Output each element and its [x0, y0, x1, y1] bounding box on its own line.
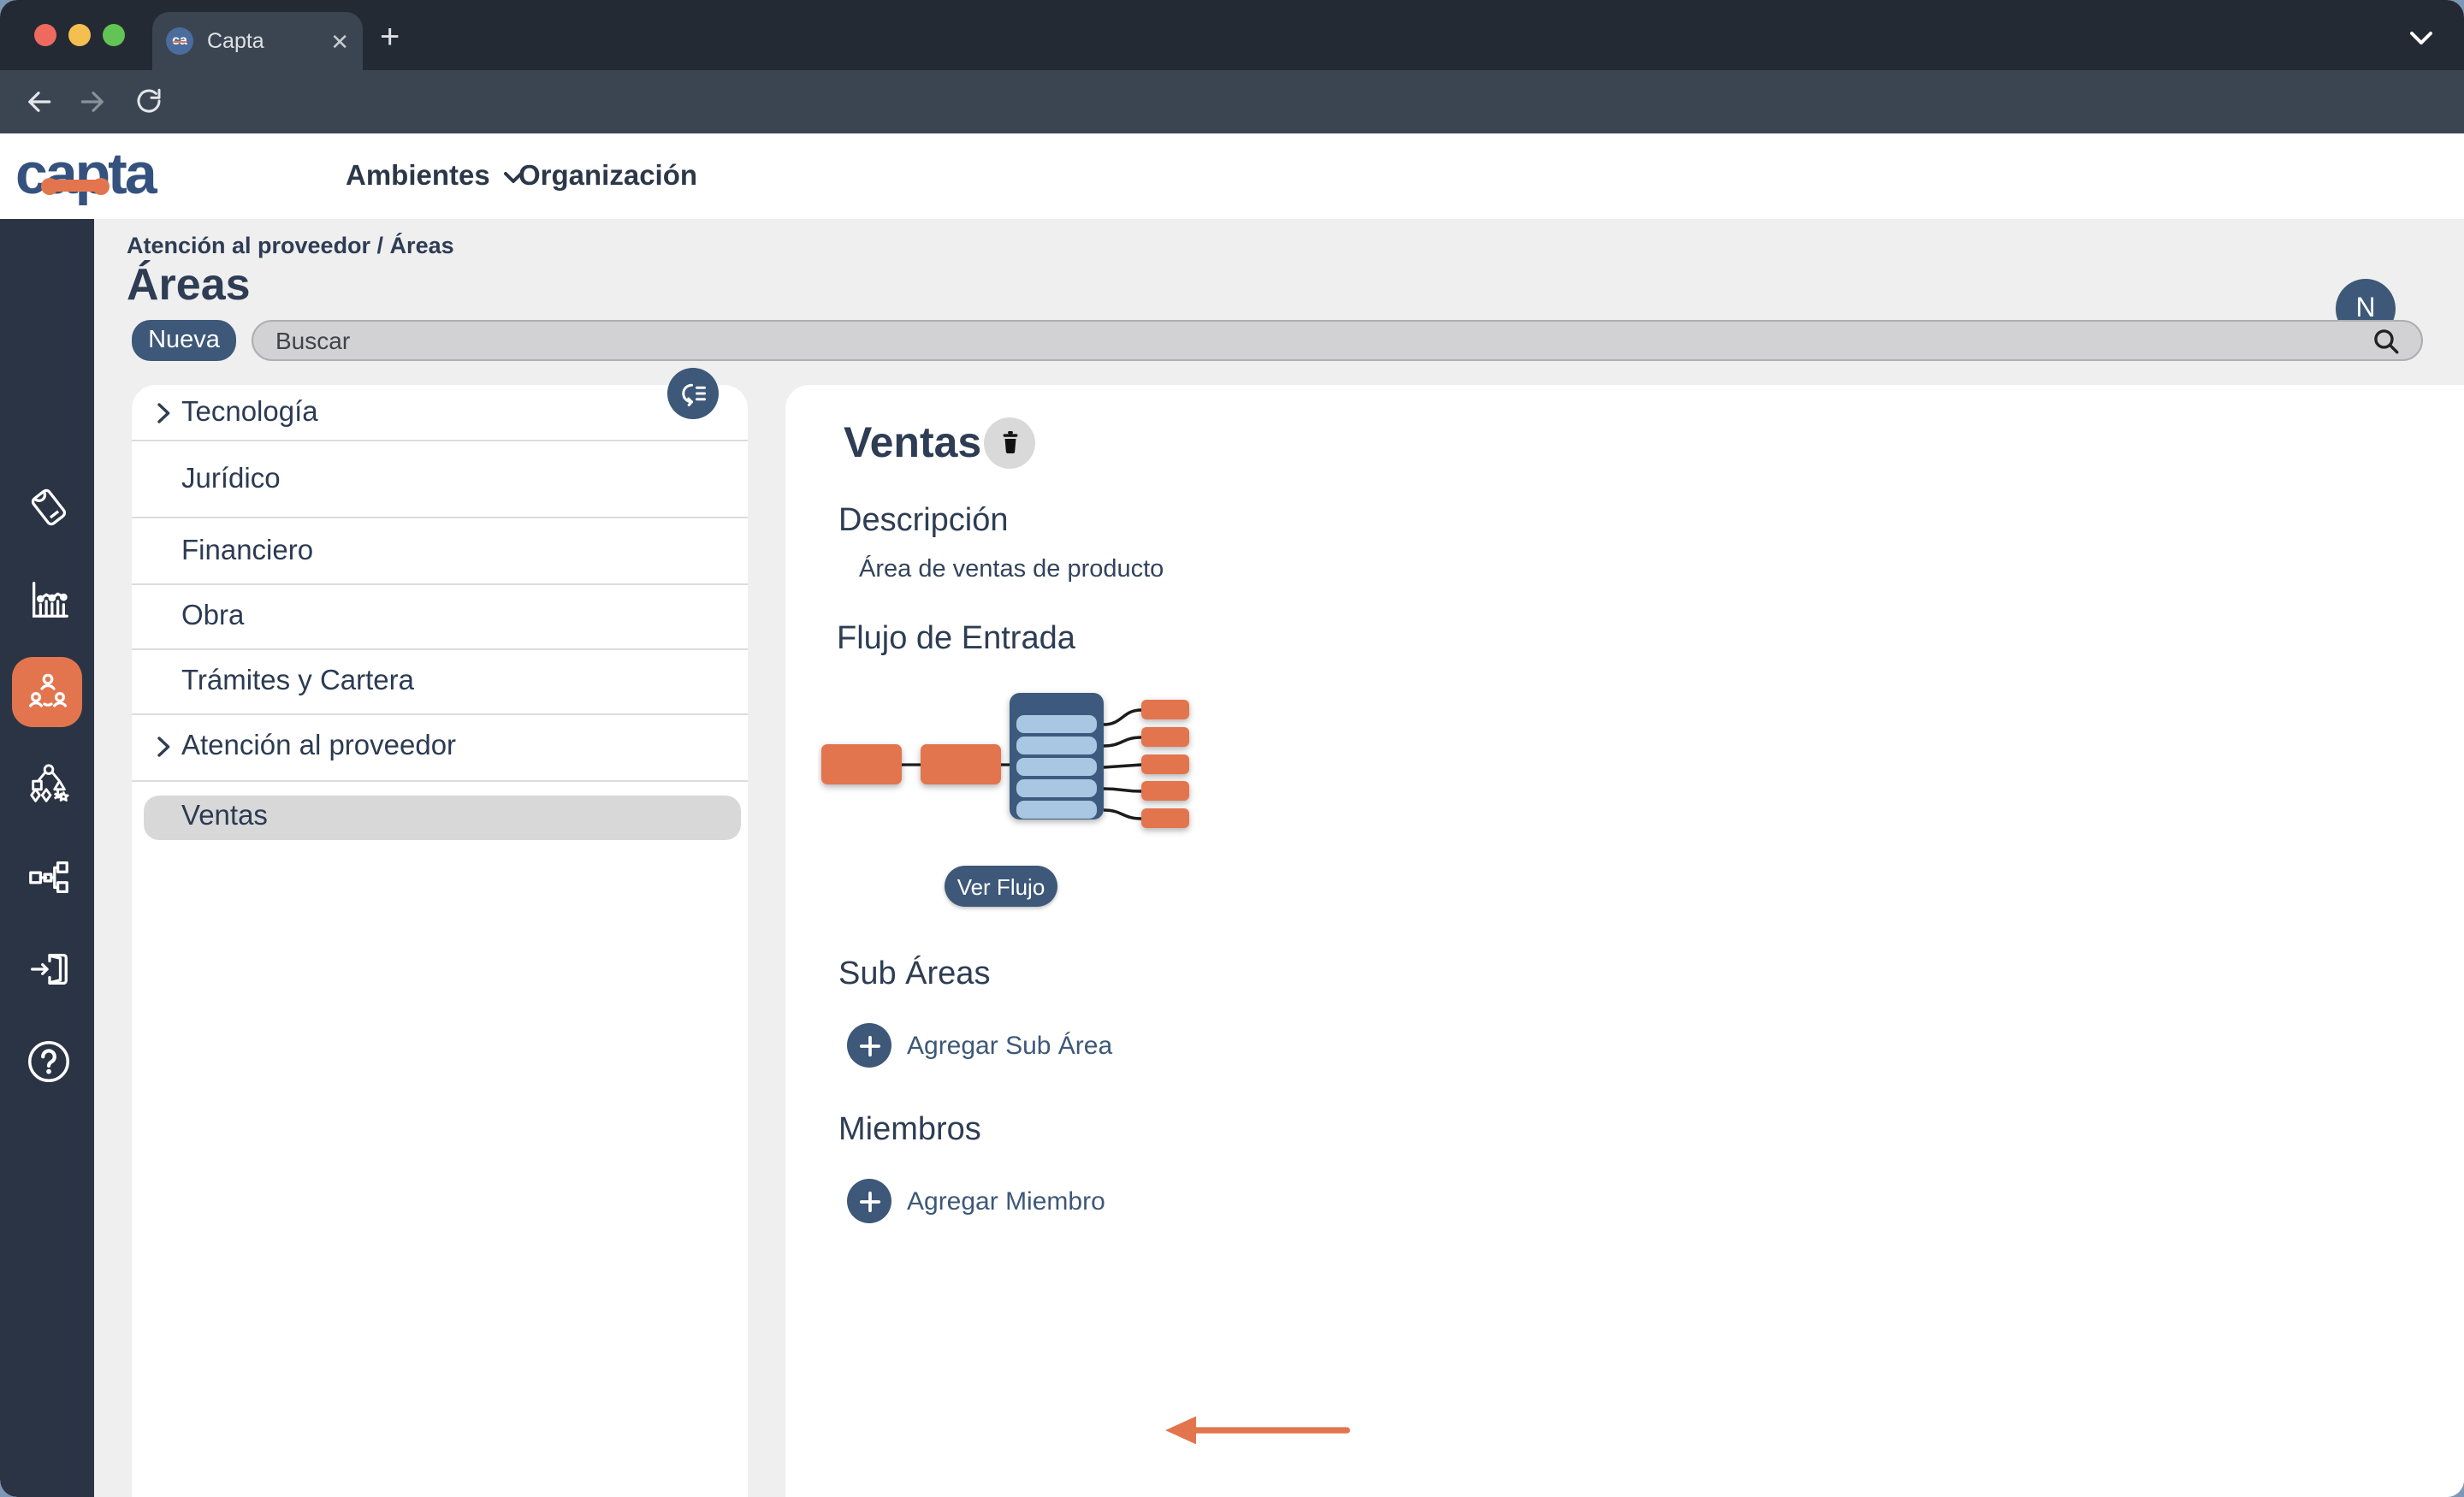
- area-row-label: Atención al proveedor: [181, 731, 456, 764]
- new-area-button[interactable]: Nueva: [132, 320, 236, 361]
- area-row-juridico[interactable]: Jurídico: [131, 441, 748, 518]
- collapse-list-icon: [678, 378, 708, 409]
- breadcrumb[interactable]: Atención al proveedor / Áreas: [127, 233, 454, 258]
- area-row-financiero[interactable]: Financiero: [131, 518, 748, 585]
- area-row-tecnologia[interactable]: Tecnología: [131, 385, 748, 441]
- search-input[interactable]: [252, 320, 2423, 361]
- back-icon[interactable]: [22, 86, 55, 118]
- flow-heading: Flujo de Entrada: [837, 621, 1075, 659]
- icon-rail: [0, 219, 94, 1497]
- area-row-label: Ventas: [181, 801, 268, 833]
- logo-link-icon: [41, 180, 110, 192]
- areas-list-panel: Tecnología Jurídico Financiero Obra Trám…: [131, 385, 748, 1497]
- browser-toolbar: arquimedes.capta.co/6320b60b07e1a5001a48…: [0, 70, 2464, 133]
- area-row-label: Trámites y Cartera: [181, 666, 414, 698]
- collapse-list-button[interactable]: [667, 368, 719, 419]
- description-text: Área de ventas de producto: [859, 556, 1164, 583]
- zoom-window-button[interactable]: [103, 24, 125, 46]
- minimize-window-button[interactable]: [68, 24, 91, 46]
- add-member-label: Agregar Miembro: [907, 1186, 1105, 1216]
- areas-team-icon[interactable]: [22, 666, 74, 717]
- reload-icon[interactable]: [133, 86, 164, 116]
- plus-icon: [847, 1179, 891, 1223]
- plus-icon: [847, 1023, 891, 1068]
- entry-flow-diagram: [818, 688, 1263, 842]
- browser-window: ca Capta ✕ + arquimedes.capta.co/6320b60…: [0, 0, 2464, 1497]
- app-header: capta Ambientes Organización N: [0, 133, 2464, 219]
- browser-tab[interactable]: ca Capta ✕: [152, 12, 363, 70]
- tab-strip: ca Capta ✕ +: [0, 0, 2464, 70]
- search-icon[interactable]: [2372, 326, 2401, 355]
- add-subarea-label: Agregar Sub Área: [907, 1031, 1112, 1060]
- capta-logo[interactable]: capta: [15, 142, 155, 209]
- area-detail-title: Ventas: [844, 419, 981, 469]
- area-row-label: Jurídico: [181, 463, 281, 495]
- new-tab-button[interactable]: +: [380, 19, 400, 58]
- logo-text: capta: [15, 142, 155, 207]
- nav-organizacion-label: Organización: [518, 161, 697, 193]
- chevron-right-icon[interactable]: [157, 401, 170, 423]
- decision-tree-icon[interactable]: [22, 758, 74, 809]
- nav-ambientes[interactable]: Ambientes: [346, 161, 524, 193]
- page-title: Áreas: [127, 258, 251, 311]
- tab-close-icon[interactable]: ✕: [330, 30, 349, 52]
- analytics-chart-icon[interactable]: [22, 573, 74, 624]
- help-icon[interactable]: [22, 1035, 74, 1086]
- members-heading: Miembros: [838, 1112, 981, 1150]
- add-member-button[interactable]: Agregar Miembro: [847, 1179, 1105, 1223]
- trash-icon: [995, 428, 1024, 459]
- add-subarea-button[interactable]: Agregar Sub Área: [847, 1023, 1112, 1068]
- annotation-arrow-subarea: [1165, 1415, 1353, 1446]
- chevron-right-icon[interactable]: [157, 737, 170, 759]
- forward-icon[interactable]: [77, 86, 110, 118]
- tab-title: Capta: [207, 29, 330, 53]
- area-row-label: Obra: [181, 601, 244, 633]
- area-row-ventas-selected[interactable]: Ventas: [144, 795, 741, 839]
- tickets-icon[interactable]: [22, 481, 74, 532]
- delete-area-button[interactable]: [984, 417, 1035, 469]
- logout-icon[interactable]: [22, 943, 74, 994]
- area-row-tramites-y-cartera[interactable]: Trámites y Cartera: [131, 650, 748, 715]
- close-window-button[interactable]: [34, 24, 56, 46]
- view-flow-button[interactable]: Ver Flujo: [945, 866, 1057, 907]
- tab-search-chevron-icon[interactable]: [2409, 31, 2433, 46]
- capta-favicon-icon: ca: [166, 27, 193, 55]
- area-row-atencion-al-proveedor[interactable]: Atención al proveedor: [131, 715, 748, 781]
- nav-ambientes-label: Ambientes: [346, 161, 490, 193]
- nav-organizacion[interactable]: Organización: [518, 161, 697, 193]
- area-detail-panel: Ventas Descripción Área de ventas de pro…: [785, 385, 2464, 1497]
- description-heading: Descripción: [838, 503, 1009, 541]
- search-field: [252, 320, 2423, 361]
- area-row-obra[interactable]: Obra: [131, 585, 748, 650]
- subareas-heading: Sub Áreas: [838, 956, 990, 994]
- area-row-label: Financiero: [181, 535, 313, 567]
- flowchart-icon[interactable]: [22, 850, 74, 902]
- area-row-label: Tecnología: [181, 396, 318, 429]
